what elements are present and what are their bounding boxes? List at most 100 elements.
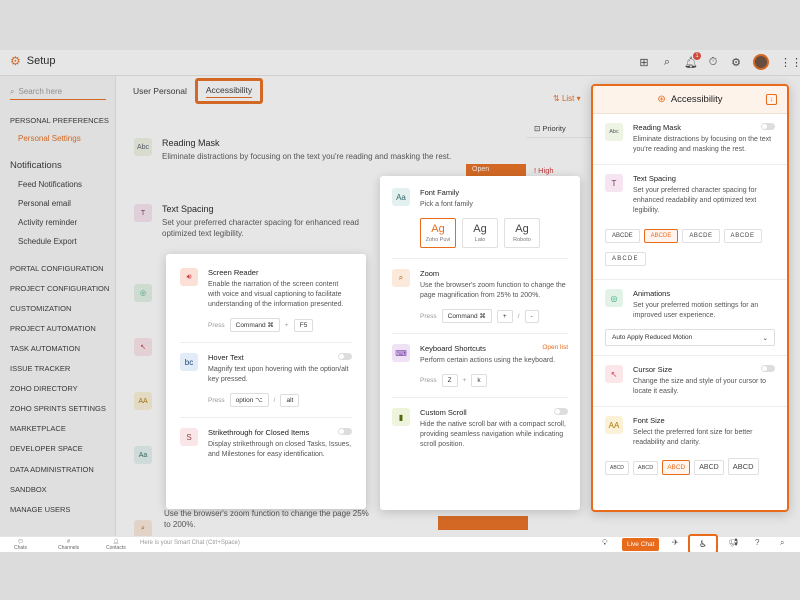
chats-label: Chats — [14, 545, 28, 551]
bell-icon[interactable]: 🔔︎ 1 — [684, 51, 701, 69]
font-size-option[interactable]: ABCD — [727, 458, 759, 475]
panel-font-size-title: Font Size — [633, 416, 665, 425]
bg-text-spacing-row: T Text Spacing Set your preferred charac… — [134, 204, 392, 239]
sidebar-item-zoho-directory[interactable]: ZOHO DIRECTORY — [10, 384, 78, 393]
sidebar-item-activity-reminder[interactable]: Activity reminder — [18, 218, 77, 227]
accessibility-button[interactable]: ♿︎ — [688, 534, 718, 552]
screen-reader-item: 🔊︎ Screen Reader Enable the narration of… — [180, 268, 352, 332]
smart-chat-input[interactable]: Here is your Smart Chat (Ctrl+Space) — [140, 540, 240, 546]
timer-icon[interactable]: ⏱︎ — [707, 56, 719, 69]
spacing-option[interactable]: ABCDE — [723, 229, 762, 243]
hover-text-shortcut: Press option ⌥ / alt — [208, 393, 352, 407]
motion-select[interactable]: Auto Apply Reduced Motion ⌄ — [605, 329, 775, 346]
hover-text-icon: bc — [180, 353, 198, 371]
contacts-button[interactable]: 👤︎ Contacts — [106, 539, 126, 551]
custom-scroll-title: Custom Scroll — [420, 408, 467, 417]
sidebar-item-schedule-export[interactable]: Schedule Export — [18, 237, 77, 246]
priority-high-cell: ! High — [534, 166, 554, 175]
font-option-lato[interactable]: Ag Lato — [462, 218, 498, 248]
sidebar-item-manage-users[interactable]: MANAGE USERS — [10, 505, 70, 514]
live-chat-button[interactable]: Live Chat — [622, 538, 660, 551]
sidebar-item-personal-settings[interactable]: Personal Settings — [18, 134, 81, 143]
sidebar-item-sandbox[interactable]: SANDBOX — [10, 485, 47, 494]
key-command: Command ⌘ — [441, 309, 492, 323]
font-size-icon: AA — [605, 416, 623, 434]
sidebar-item-feed-notifications[interactable]: Feed Notifications — [18, 180, 82, 189]
font-size-option[interactable]: ABCD — [632, 461, 659, 475]
panel-reading-mask: Abc Reading Mask Eliminate distractions … — [593, 114, 787, 165]
font-option-roboto[interactable]: Ag Roboto — [504, 218, 540, 248]
sidebar-item-project-automation[interactable]: PROJECT AUTOMATION — [10, 324, 96, 333]
font-size-option[interactable]: ABCD — [694, 460, 724, 475]
font-family-item: Aa Font Family Pick a font family Ag Zoho… — [392, 188, 568, 248]
add-icon[interactable]: ⊞ — [638, 56, 650, 69]
search-icon[interactable]: ⌕ — [661, 56, 673, 69]
sidebar-item-task-automation[interactable]: TASK AUTOMATION — [10, 344, 80, 353]
strikethrough-toggle[interactable] — [338, 428, 352, 435]
sidebar-item-issue-tracker[interactable]: ISSUE TRACKER — [10, 364, 70, 373]
divider — [392, 333, 568, 334]
slash-sign: / — [517, 312, 520, 320]
custom-scroll-desc: Hide the native scroll bar with a compac… — [420, 421, 566, 448]
chats-button[interactable]: 💬︎ Chats — [14, 539, 27, 551]
font-option-zoho-puvi[interactable]: Ag Zoho Puvi — [420, 218, 456, 248]
high-label: High — [538, 166, 554, 175]
sidebar-item-customization[interactable]: CUSTOMIZATION — [10, 304, 71, 313]
sidebar-item-personal-email[interactable]: Personal email — [18, 199, 71, 208]
bg-reading-mask-desc: Eliminate distractions by focusing on th… — [162, 152, 452, 161]
key-k: k — [471, 374, 487, 387]
bg-reading-mask-title: Reading Mask — [162, 138, 220, 148]
divider — [180, 417, 352, 418]
strikethrough-item: S Strikethrough for Closed Items Display… — [180, 428, 352, 460]
hover-text-toggle[interactable] — [338, 353, 352, 360]
search-input[interactable]: ⌕ Search here — [10, 84, 106, 100]
font-size-options: ABCD ABCD ABCD ABCD ABCD — [605, 456, 775, 479]
settings-icon[interactable]: ⚙ — [730, 56, 742, 69]
sidebar-item-portal-configuration[interactable]: PORTAL CONFIGURATION — [10, 264, 103, 273]
bulb-icon[interactable]: 💡︎ — [602, 538, 608, 548]
open-list-link[interactable]: Open list — [542, 344, 568, 351]
tab-user-personal[interactable]: User Personal — [133, 86, 187, 96]
help-icon[interactable]: ? — [755, 538, 759, 547]
sidebar-heading-personal-preferences[interactable]: PERSONAL PREFERENCES — [10, 116, 109, 125]
zoom-search-icon[interactable]: ⌕ — [780, 538, 784, 548]
spacing-option[interactable]: ABCDE — [605, 252, 646, 266]
spacing-option[interactable]: ABCDE — [605, 229, 640, 243]
font-size-option-selected[interactable]: ABCD — [662, 460, 691, 475]
panel-font-size: AA Font Size Select the preferred font s… — [593, 407, 787, 488]
tab-accessibility[interactable]: Accessibility — [195, 78, 263, 104]
sidebar-item-zoho-sprints-settings[interactable]: ZOHO SPRINTS SETTINGS — [10, 404, 106, 413]
sidebar-item-developer-space[interactable]: DEVELOPER SPACE — [10, 444, 83, 453]
megaphone-icon[interactable]: 📢︎ — [728, 538, 738, 547]
sidebar-heading-notifications[interactable]: Notifications — [10, 160, 62, 171]
apps-grid-icon[interactable]: ⋮⋮ — [780, 56, 800, 69]
channels-label: Channels — [58, 545, 80, 551]
spacing-option-selected[interactable]: ABCDE — [643, 229, 679, 243]
sidebar-item-project-configuration[interactable]: PROJECT CONFIGURATION — [10, 284, 109, 293]
download-icon[interactable]: ↓ — [766, 94, 777, 105]
scroll-icon: ▮ — [392, 408, 410, 426]
accessibility-panel: ⊛ Accessibility ↓ Abc Reading Mask Elimi… — [591, 84, 789, 512]
custom-scroll-toggle[interactable] — [554, 408, 568, 415]
bg-reading-mask-row: Abc Reading Mask Eliminate distractions … — [134, 138, 482, 162]
motion-select-value: Auto Apply Reduced Motion — [612, 334, 693, 341]
zoom-item: ⌕ Zoom Use the browser's zoom function t… — [392, 269, 568, 323]
rocket-icon[interactable]: ✈ — [672, 538, 679, 547]
spacing-option[interactable]: ABCDE — [682, 229, 720, 243]
avatar[interactable] — [753, 54, 769, 70]
font-size-option[interactable]: ABCD — [605, 461, 629, 475]
panel-cursor-size-desc: Change the size and style of your cursor… — [633, 378, 767, 395]
panel-animations-desc: Set your preferred motion settings for a… — [633, 302, 759, 319]
cursor-size-toggle[interactable] — [761, 365, 775, 372]
panel-reading-mask-title: Reading Mask — [633, 123, 681, 132]
sidebar-item-marketplace[interactable]: MARKETPLACE — [10, 424, 66, 433]
reading-mask-toggle[interactable] — [761, 123, 775, 130]
bg-text-spacing-desc: Set your preferred character spacing for… — [162, 218, 360, 238]
list-view-toggle[interactable]: ⇅ List ▾ — [553, 94, 581, 103]
screen-reader-desc: Enable the narration of the screen conte… — [208, 281, 344, 308]
channels-button[interactable]: # Channels — [58, 539, 79, 551]
panel-cursor-size: ↖ Cursor Size Change the size and style … — [593, 356, 787, 407]
panel-title: Accessibility — [670, 94, 723, 105]
sidebar-item-data-administration[interactable]: DATA ADMINISTRATION — [10, 465, 94, 474]
custom-scroll-item: ▮ Custom Scroll Hide the native scroll b… — [392, 408, 568, 450]
